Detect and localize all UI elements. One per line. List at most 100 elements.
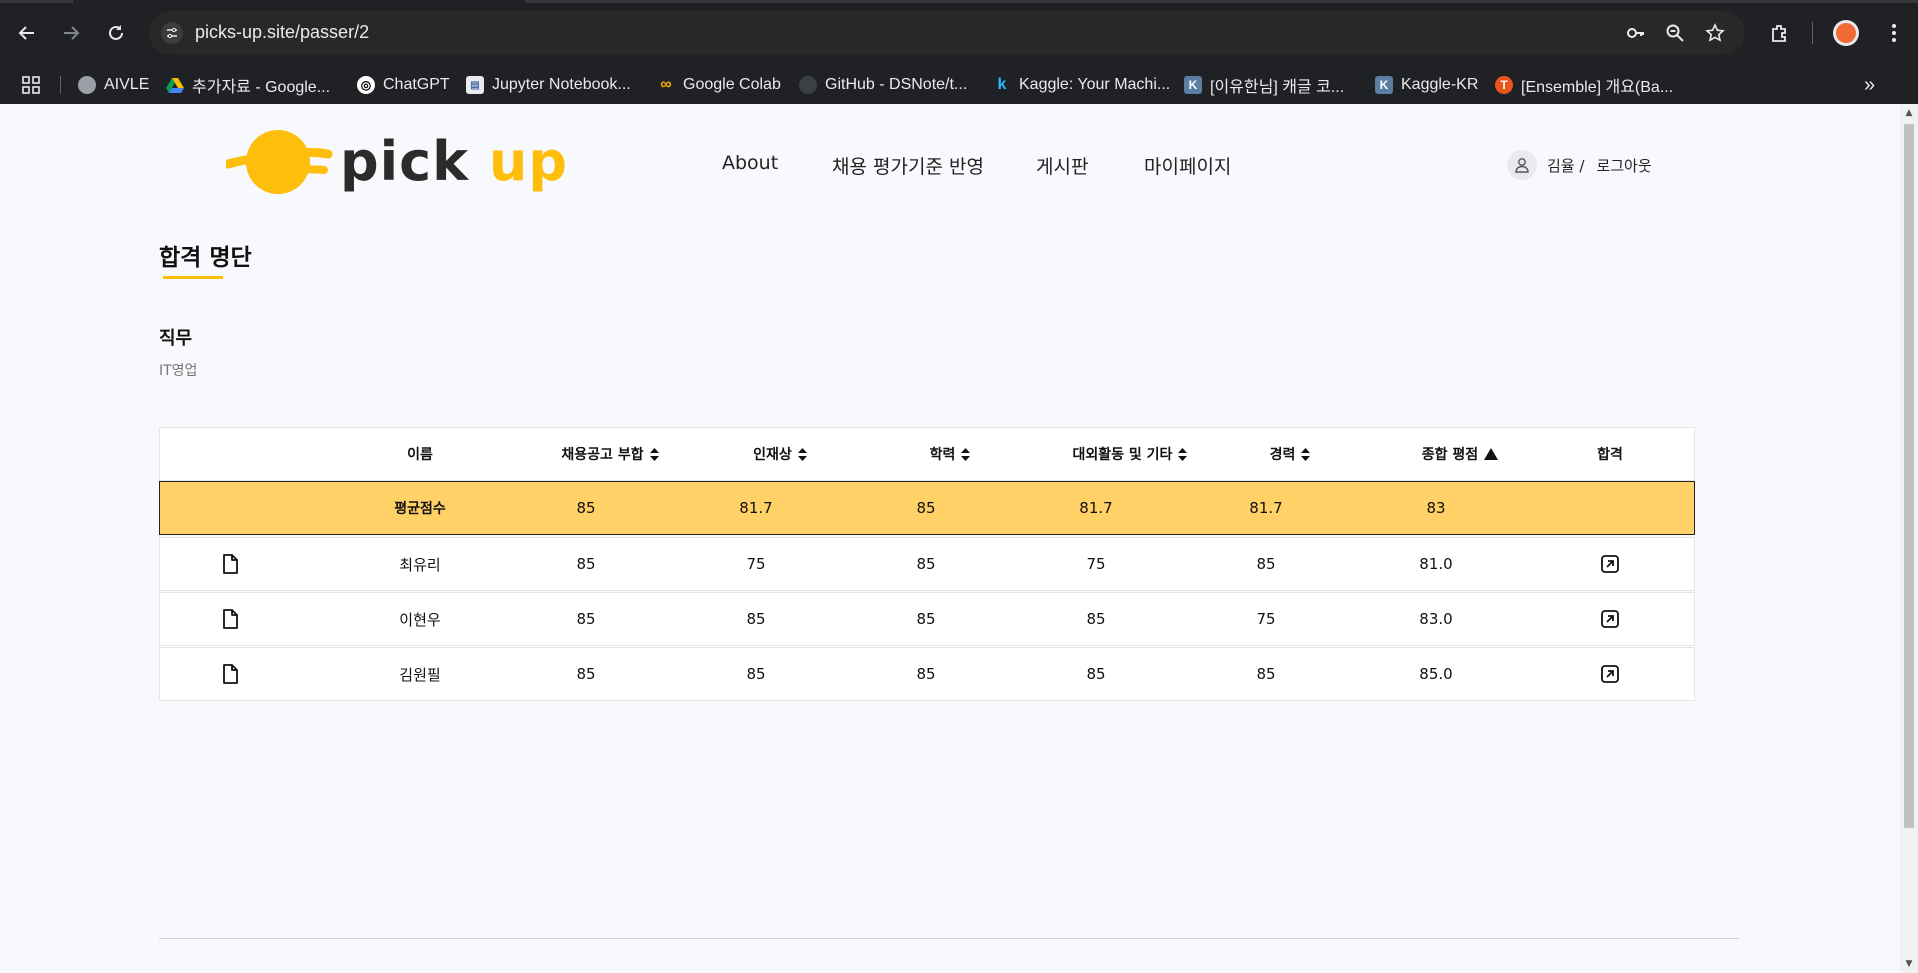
col-header-total[interactable]: 종합 평점	[1370, 428, 1550, 480]
user-name: 김율 /	[1547, 156, 1585, 175]
arrow-right-icon	[64, 26, 80, 40]
kaggle-icon: k	[997, 76, 1007, 93]
open-external-icon[interactable]	[1590, 648, 1630, 700]
document-icon[interactable]	[210, 538, 250, 590]
score-cell: 75	[1256, 610, 1276, 628]
score-cell: 85	[1086, 610, 1106, 628]
site-info-icon[interactable]	[161, 22, 183, 44]
url-text[interactable]: picks-up.site/passer/2	[195, 22, 369, 43]
score-cell: 85	[916, 665, 936, 683]
document-icon[interactable]	[210, 593, 250, 645]
profile-avatar[interactable]	[1833, 20, 1859, 46]
score-cell: 85	[746, 665, 766, 683]
bookmark-aivle[interactable]: AIVLE	[78, 66, 149, 104]
bookmark-label: Google Colab	[683, 76, 781, 93]
password-key-icon[interactable]	[1625, 22, 1647, 44]
logo-text: pick up	[340, 130, 568, 193]
more-bookmarks-chevron-icon[interactable]: »	[1864, 66, 1875, 104]
scroll-up-arrow-icon[interactable]: ▲	[1904, 108, 1914, 118]
bookmark-google-drive[interactable]: 추가자료 - Google...	[166, 66, 330, 104]
logo-text-accent: up	[488, 130, 568, 193]
forward-button[interactable]	[56, 18, 86, 48]
bookmark-github[interactable]: GitHub - DSNote/t...	[799, 66, 967, 104]
chatgpt-icon: ◎	[357, 76, 375, 94]
table-header-row: 이름 채용공고 부합 인재상 학력 대외활동 및 기타 경력 종합 평점 합격	[159, 427, 1695, 481]
google-drive-icon	[166, 76, 184, 94]
reload-button[interactable]	[101, 18, 131, 48]
bookmark-kaggle-kr-2[interactable]: K Kaggle-KR	[1375, 66, 1478, 104]
arrow-left-icon	[18, 26, 34, 40]
nav-criteria[interactable]: 채용 평가기준 반영	[832, 152, 984, 179]
tistory-icon: T	[1495, 76, 1513, 94]
logout-link[interactable]: 로그아웃	[1596, 155, 1651, 176]
score-cell: 85	[916, 555, 936, 573]
job-label: 직무	[159, 328, 193, 349]
sort-icon[interactable]	[1178, 447, 1188, 461]
zoom-icon[interactable]	[1664, 22, 1686, 44]
title-underline	[163, 276, 223, 279]
bookmark-label: AIVLE	[104, 76, 150, 93]
bookmark-star-icon[interactable]	[1704, 22, 1726, 44]
document-icon[interactable]	[210, 648, 250, 700]
back-button[interactable]	[12, 18, 42, 48]
address-bar[interactable]: picks-up.site/passer/2	[149, 11, 1745, 55]
bookmarks-bar: AIVLE 추가자료 - Google... ◎ ChatGPT ▤ Jupyt…	[0, 66, 1918, 104]
sort-icon[interactable]	[961, 447, 971, 461]
bookmark-kaggle-kr-1[interactable]: K [이유한님] 캐글 코...	[1184, 66, 1344, 104]
avg-cell: 85	[576, 499, 596, 517]
page-scrollbar[interactable]: ▲ ▼	[1900, 104, 1918, 973]
bookmark-label: ChatGPT	[383, 76, 450, 93]
nav-mypage[interactable]: 마이페이지	[1144, 152, 1231, 179]
user-icon	[1507, 150, 1537, 180]
bookmark-kaggle[interactable]: k Kaggle: Your Machi...	[993, 66, 1171, 104]
sort-icon[interactable]	[649, 447, 659, 461]
col-header-talent[interactable]: 인재상	[690, 428, 870, 480]
logo-text-main: pick	[340, 130, 489, 193]
job-value: IT영업	[159, 363, 198, 379]
apps-grid-icon[interactable]	[22, 66, 40, 104]
candidate-name: 이현우	[399, 610, 441, 629]
active-tab[interactable]	[72, 0, 527, 3]
bookmark-label: GitHub - DSNote/t...	[825, 76, 968, 93]
nav-about[interactable]: About	[722, 152, 778, 174]
site-logo[interactable]: pick up	[226, 126, 567, 198]
score-cell: 85	[1086, 665, 1106, 683]
col-header-career[interactable]: 경력	[1200, 428, 1380, 480]
extensions-icon[interactable]	[1766, 19, 1794, 47]
open-external-icon[interactable]	[1590, 538, 1630, 590]
jupyter-icon: ▤	[466, 76, 484, 94]
bookmark-label: 추가자료 - Google...	[192, 79, 331, 96]
sort-icon[interactable]	[1301, 447, 1311, 461]
menu-kebab-icon[interactable]	[1880, 19, 1908, 47]
user-area: 김율 / 로그아웃	[1507, 150, 1652, 180]
bookmark-divider	[60, 76, 61, 94]
score-cell: 75	[1086, 555, 1106, 573]
scrollbar-thumb[interactable]	[1904, 124, 1914, 828]
bookmark-jupyter[interactable]: ▤ Jupyter Notebook...	[466, 66, 631, 104]
score-cell: 85	[916, 610, 936, 628]
candidate-name: 최유리	[399, 555, 441, 574]
score-cell: 85	[576, 665, 596, 683]
browser-toolbar: picks-up.site/passer/2	[0, 0, 1918, 66]
avg-cell: 85	[916, 499, 936, 517]
bookmark-colab[interactable]: ∞ Google Colab	[657, 66, 781, 104]
sort-ascending-icon[interactable]	[1484, 448, 1499, 460]
bookmark-chatgpt[interactable]: ◎ ChatGPT	[357, 66, 450, 104]
nav-board[interactable]: 게시판	[1036, 152, 1088, 179]
table-row: 이현우 85 85 85 85 75 83.0	[159, 592, 1695, 646]
avg-cell: 83	[1426, 499, 1446, 517]
col-header-education[interactable]: 학력	[860, 428, 1040, 480]
sort-icon[interactable]	[797, 447, 807, 461]
col-header-name: 이름	[407, 447, 433, 463]
github-icon	[799, 76, 817, 94]
score-cell: 85	[576, 555, 596, 573]
colab-icon: ∞	[660, 76, 672, 93]
open-external-icon[interactable]	[1590, 593, 1630, 645]
bookmark-label: Jupyter Notebook...	[492, 76, 631, 93]
avg-cell: 81.7	[1249, 499, 1283, 517]
scroll-down-arrow-icon[interactable]: ▼	[1904, 959, 1914, 969]
col-header-job-fit[interactable]: 채용공고 부합	[520, 428, 700, 480]
bookmark-ensemble[interactable]: T [Ensemble] 개요(Ba...	[1495, 66, 1673, 104]
bookmark-label: Kaggle-KR	[1401, 76, 1479, 93]
score-cell: 85	[576, 610, 596, 628]
